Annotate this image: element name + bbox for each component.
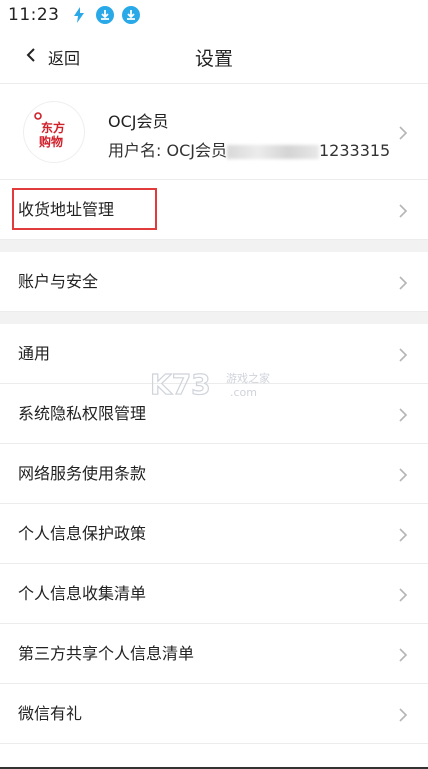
list-item-label: 个人信息保护政策 — [18, 524, 147, 543]
list-item-label: 通用 — [18, 344, 51, 363]
chevron-right-icon — [396, 527, 410, 542]
list-item-service-terms[interactable]: 网络服务使用条款 — [0, 444, 428, 504]
list-item-third-party-sharing[interactable]: 第三方共享个人信息清单 — [0, 624, 428, 684]
list-item-label: 第三方共享个人信息清单 — [18, 644, 195, 663]
chevron-right-icon — [396, 647, 410, 662]
chevron-right-icon — [396, 707, 410, 722]
page-title: 设置 — [194, 48, 233, 70]
list-item-privacy-permissions[interactable]: 系统隐私权限管理 — [0, 384, 428, 444]
list-item-label: 收货地址管理 — [18, 200, 115, 219]
profile-row[interactable]: 东方 购物 OCJ会员 用户名: OCJ会员 1233315 — [0, 84, 428, 180]
chevron-right-icon — [396, 407, 410, 422]
section-gap — [0, 240, 428, 252]
blurred-region — [226, 144, 319, 159]
username-label: 用户名: OCJ会员 — [108, 141, 227, 160]
download-icon — [95, 6, 114, 24]
chevron-right-icon — [396, 587, 410, 602]
list-item-general[interactable]: 通用 — [0, 324, 428, 384]
chevron-right-icon — [396, 203, 410, 218]
svg-text:购物: 购物 — [39, 134, 63, 149]
chevron-right-icon — [396, 275, 410, 290]
list-item-label: 微信有礼 — [18, 704, 83, 723]
download-icon — [121, 6, 140, 24]
avatar-logo-text: 东方 — [41, 120, 65, 135]
bolt-icon — [70, 6, 88, 24]
list-item-address[interactable]: 收货地址管理 — [0, 180, 428, 240]
list-item-label: 网络服务使用条款 — [18, 464, 147, 483]
list-item-account-security[interactable]: 账户与安全 — [0, 252, 428, 312]
status-time: 11:23 — [8, 5, 60, 25]
avatar: 东方 购物 — [24, 102, 84, 162]
section-gap — [0, 312, 428, 324]
status-bar: 11:23 — [0, 0, 428, 30]
list-item-label: 个人信息收集清单 — [18, 584, 147, 603]
username-suffix: 1233315 — [318, 141, 391, 160]
chevron-right-icon — [396, 125, 410, 140]
list-item-label: 账户与安全 — [18, 272, 99, 291]
list-item-privacy-policy[interactable]: 个人信息保护政策 — [0, 504, 428, 564]
profile-name: OCJ会员 — [108, 112, 169, 131]
list-item-info-collection[interactable]: 个人信息收集清单 — [0, 564, 428, 624]
list-item-label: 系统隐私权限管理 — [18, 404, 147, 423]
nav-bar: 返回 设置 — [0, 30, 428, 84]
chevron-right-icon — [396, 467, 410, 482]
chevron-right-icon — [396, 347, 410, 362]
list-item-wechat-gift[interactable]: 微信有礼 — [0, 684, 428, 744]
profile-username: 用户名: OCJ会员 1233315 — [108, 137, 390, 161]
